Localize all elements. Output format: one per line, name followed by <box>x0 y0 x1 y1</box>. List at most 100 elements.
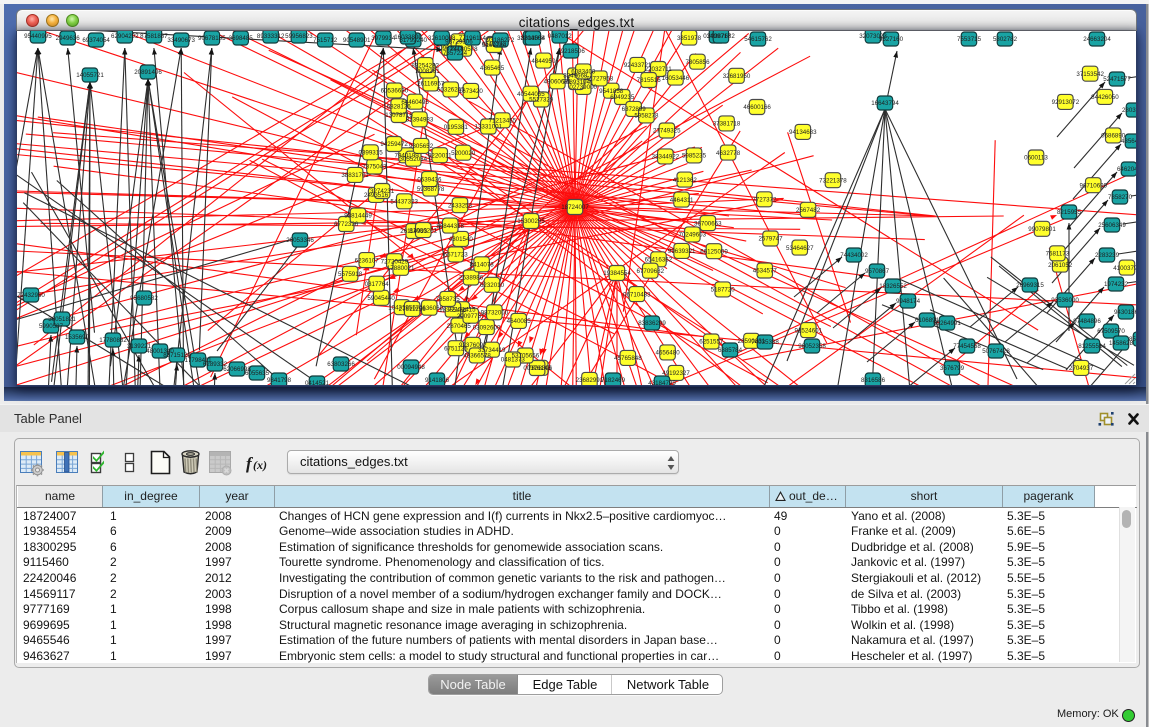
svg-text:53464627: 53464627 <box>786 245 814 252</box>
svg-text:19218506: 19218506 <box>557 48 585 55</box>
svg-text:9430186: 9430186 <box>1114 309 1136 316</box>
svg-text:87394983: 87394983 <box>406 117 434 124</box>
svg-text:14055721: 14055721 <box>76 72 104 79</box>
svg-text:8414078: 8414078 <box>470 262 495 269</box>
svg-text:4121362: 4121362 <box>673 177 698 184</box>
svg-text:24663204: 24663204 <box>1083 36 1111 43</box>
svg-text:5990587: 5990587 <box>39 323 64 330</box>
svg-text:7375043: 7375043 <box>362 164 387 171</box>
svg-text:6462042: 6462042 <box>1117 166 1136 173</box>
svg-text:98732000: 98732000 <box>481 310 509 317</box>
svg-text:19384554: 19384554 <box>603 270 631 277</box>
svg-text:15300295: 15300295 <box>517 218 545 225</box>
svg-text:5200020: 5200020 <box>451 150 476 157</box>
svg-text:77454568: 77454568 <box>953 343 981 350</box>
svg-text:4640085: 4640085 <box>507 318 532 325</box>
svg-text:0481373: 0481373 <box>501 357 526 364</box>
svg-text:50326245: 50326245 <box>437 87 465 94</box>
svg-text:17780882: 17780882 <box>99 337 127 344</box>
svg-text:54437323: 54437323 <box>390 199 418 206</box>
svg-text:4534577: 4534577 <box>753 268 778 275</box>
svg-text:77196114: 77196114 <box>459 35 487 42</box>
svg-text:9570867: 9570867 <box>865 268 890 275</box>
svg-text:5985235: 5985235 <box>682 153 707 160</box>
svg-text:64460495: 64460495 <box>401 99 429 106</box>
svg-text:0317764: 0317764 <box>365 281 390 288</box>
svg-text:3676799: 3676799 <box>940 365 965 372</box>
svg-text:59045440: 59045440 <box>367 295 395 302</box>
svg-text:0399315: 0399315 <box>359 150 384 157</box>
svg-text:2283239: 2283239 <box>1095 252 1120 259</box>
svg-text:5302782: 5302782 <box>993 36 1018 43</box>
svg-text:4301540: 4301540 <box>449 236 474 243</box>
svg-text:20053346: 20053346 <box>286 237 314 244</box>
svg-text:5958278: 5958278 <box>634 113 659 120</box>
svg-text:96052358: 96052358 <box>798 343 826 350</box>
svg-text:7358735: 7358735 <box>436 296 461 303</box>
svg-text:4844950: 4844950 <box>531 58 556 65</box>
svg-text:62904292: 62904292 <box>111 33 139 40</box>
svg-text:9948174: 9948174 <box>896 298 921 305</box>
svg-text:1974232: 1974232 <box>1104 281 1129 288</box>
svg-text:25606349: 25606349 <box>1098 222 1126 229</box>
svg-text:2579747: 2579747 <box>758 236 783 243</box>
svg-text:7681173: 7681173 <box>1046 251 1070 258</box>
svg-text:36700663: 36700663 <box>694 220 722 227</box>
svg-text:16053446: 16053446 <box>662 75 690 82</box>
svg-text:7727372: 7727372 <box>752 197 777 204</box>
svg-text:2704937: 2704937 <box>1069 365 1094 372</box>
svg-text:16033809: 16033809 <box>394 34 422 41</box>
svg-text:2638986: 2638986 <box>459 275 484 282</box>
svg-text:3698485: 3698485 <box>229 35 254 42</box>
svg-text:94259472: 94259472 <box>380 141 408 148</box>
svg-text:37153542: 37153542 <box>1076 71 1104 78</box>
svg-text:95440995: 95440995 <box>24 33 52 40</box>
svg-text:84426050: 84426050 <box>1091 94 1119 101</box>
svg-text:91524601: 91524601 <box>795 327 823 334</box>
svg-text:6671723: 6671723 <box>444 252 469 259</box>
svg-text:8215955: 8215955 <box>1057 209 1082 216</box>
svg-text:92433721: 92433721 <box>624 62 652 69</box>
svg-text:67709682: 67709682 <box>637 268 665 275</box>
svg-text:65416362: 65416362 <box>645 257 673 264</box>
svg-text:74434002: 74434002 <box>840 252 868 259</box>
svg-text:67509570: 67509570 <box>1097 328 1125 335</box>
svg-text:86844318: 86844318 <box>436 223 464 230</box>
svg-text:99639321: 99639321 <box>668 248 696 255</box>
svg-text:93536000: 93536000 <box>1051 297 1079 304</box>
svg-text:9305652: 9305652 <box>409 143 434 150</box>
svg-text:94134683: 94134683 <box>789 129 817 136</box>
svg-text:6772326: 6772326 <box>334 221 359 228</box>
svg-text:38344922: 38344922 <box>652 154 680 161</box>
svg-text:70249603: 70249603 <box>679 232 707 239</box>
svg-text:18326552: 18326552 <box>879 283 907 290</box>
svg-text:74035338: 74035338 <box>751 339 779 346</box>
svg-text:3979934: 3979934 <box>371 35 396 42</box>
svg-text:4632778: 4632778 <box>716 150 741 157</box>
svg-text:16643794: 16643794 <box>871 100 899 107</box>
svg-text:6236107: 6236107 <box>355 257 380 264</box>
svg-text:26969315: 26969315 <box>1016 282 1044 289</box>
svg-text:66125009: 66125009 <box>700 248 728 255</box>
svg-text:90548901: 90548901 <box>343 37 371 44</box>
svg-text:40544055: 40544055 <box>517 91 545 98</box>
svg-text:20891406: 20891406 <box>134 69 162 76</box>
svg-text:6083400: 6083400 <box>571 69 596 76</box>
svg-text:49192327: 49192327 <box>662 370 690 377</box>
svg-text:93186272: 93186272 <box>487 37 515 44</box>
svg-text:81255514: 81255514 <box>1078 343 1106 350</box>
svg-text:5575918: 5575918 <box>338 271 363 278</box>
svg-text:8813054: 8813054 <box>521 35 546 42</box>
svg-text:4865465: 4865465 <box>480 65 505 72</box>
svg-text:00376143: 00376143 <box>523 365 551 372</box>
svg-text:5187720: 5187720 <box>711 287 736 294</box>
svg-text:93814449: 93814449 <box>344 213 372 220</box>
svg-text:30552034: 30552034 <box>400 156 428 163</box>
svg-text:92913072: 92913072 <box>1052 99 1080 106</box>
svg-text:60536630: 60536630 <box>381 88 409 95</box>
svg-text:0414521: 0414521 <box>305 380 330 385</box>
svg-text:2061052: 2061052 <box>1048 262 1073 269</box>
svg-text:99079801: 99079801 <box>1028 226 1056 233</box>
svg-text:46600166: 46600166 <box>743 104 771 111</box>
svg-text:69264991: 69264991 <box>933 320 961 327</box>
